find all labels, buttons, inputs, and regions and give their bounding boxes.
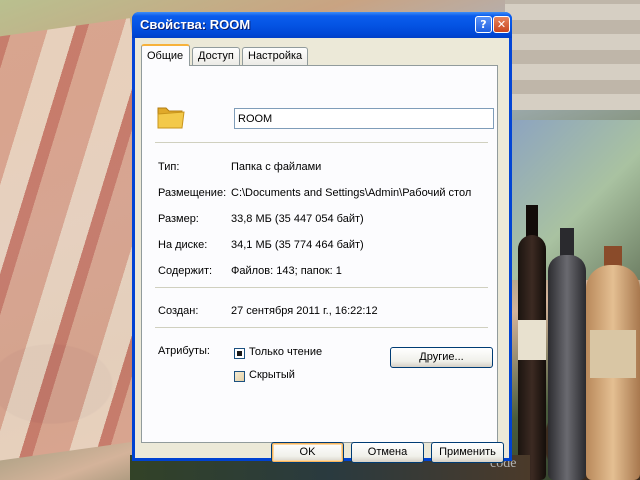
contains-label: Содержит: <box>158 265 213 277</box>
contains-value: Файлов: 143; папок: 1 <box>231 265 342 277</box>
size-value: 33,8 МБ (35 447 054 байт) <box>231 213 364 225</box>
location-value: C:\Documents and Settings\Admin\Рабочий … <box>231 187 472 199</box>
created-value: 27 сентября 2011 г., 16:22:12 <box>231 305 378 317</box>
close-icon: ✕ <box>496 18 507 31</box>
type-value: Папка с файлами <box>231 161 322 173</box>
tab-general[interactable]: Общие <box>141 44 190 66</box>
divider <box>155 287 488 288</box>
bottle-label <box>518 320 546 360</box>
help-icon: ? <box>480 18 487 31</box>
folder-icon <box>157 107 185 129</box>
ondisk-label: На диске: <box>158 239 208 251</box>
attributes-label: Атрибуты: <box>158 345 210 357</box>
divider <box>155 327 488 328</box>
title-bar[interactable]: Свойства: ROOM ? ✕ <box>132 12 512 38</box>
bottle-label <box>590 330 636 378</box>
cancel-button[interactable]: Отмена <box>351 442 424 463</box>
wallpaper-banknote-top-right <box>505 0 640 110</box>
tab-sharing[interactable]: Доступ <box>192 47 240 65</box>
close-button[interactable]: ✕ <box>493 16 510 33</box>
properties-dialog: Свойства: ROOM ? ✕ Общие Доступ Настройк… <box>132 12 512 463</box>
location-label: Размещение: <box>158 187 227 199</box>
readonly-label[interactable]: Только чтение <box>249 346 322 358</box>
hidden-label[interactable]: Скрытый <box>249 369 295 381</box>
ok-button[interactable]: OK <box>271 442 344 463</box>
apply-button[interactable]: Применить <box>431 442 504 463</box>
readonly-checkbox[interactable] <box>234 348 245 359</box>
wallpaper-bottle <box>548 255 586 480</box>
folder-name-input[interactable] <box>234 108 494 129</box>
ondisk-value: 34,1 МБ (35 774 464 байт) <box>231 239 364 251</box>
type-label: Тип: <box>158 161 180 173</box>
window-title: Свойства: ROOM <box>140 17 251 32</box>
dialog-client-area: Общие Доступ Настройка Тип: Папка с файл… <box>135 38 509 463</box>
size-label: Размер: <box>158 213 199 225</box>
general-tab-panel: Тип: Папка с файлами Размещение: C:\Docu… <box>141 65 498 443</box>
tab-customize[interactable]: Настройка <box>242 47 308 65</box>
created-label: Создан: <box>158 305 199 317</box>
help-button[interactable]: ? <box>475 16 492 33</box>
hidden-checkbox[interactable] <box>234 371 245 382</box>
advanced-attributes-button[interactable]: Другие... <box>390 347 493 368</box>
divider <box>155 142 488 143</box>
